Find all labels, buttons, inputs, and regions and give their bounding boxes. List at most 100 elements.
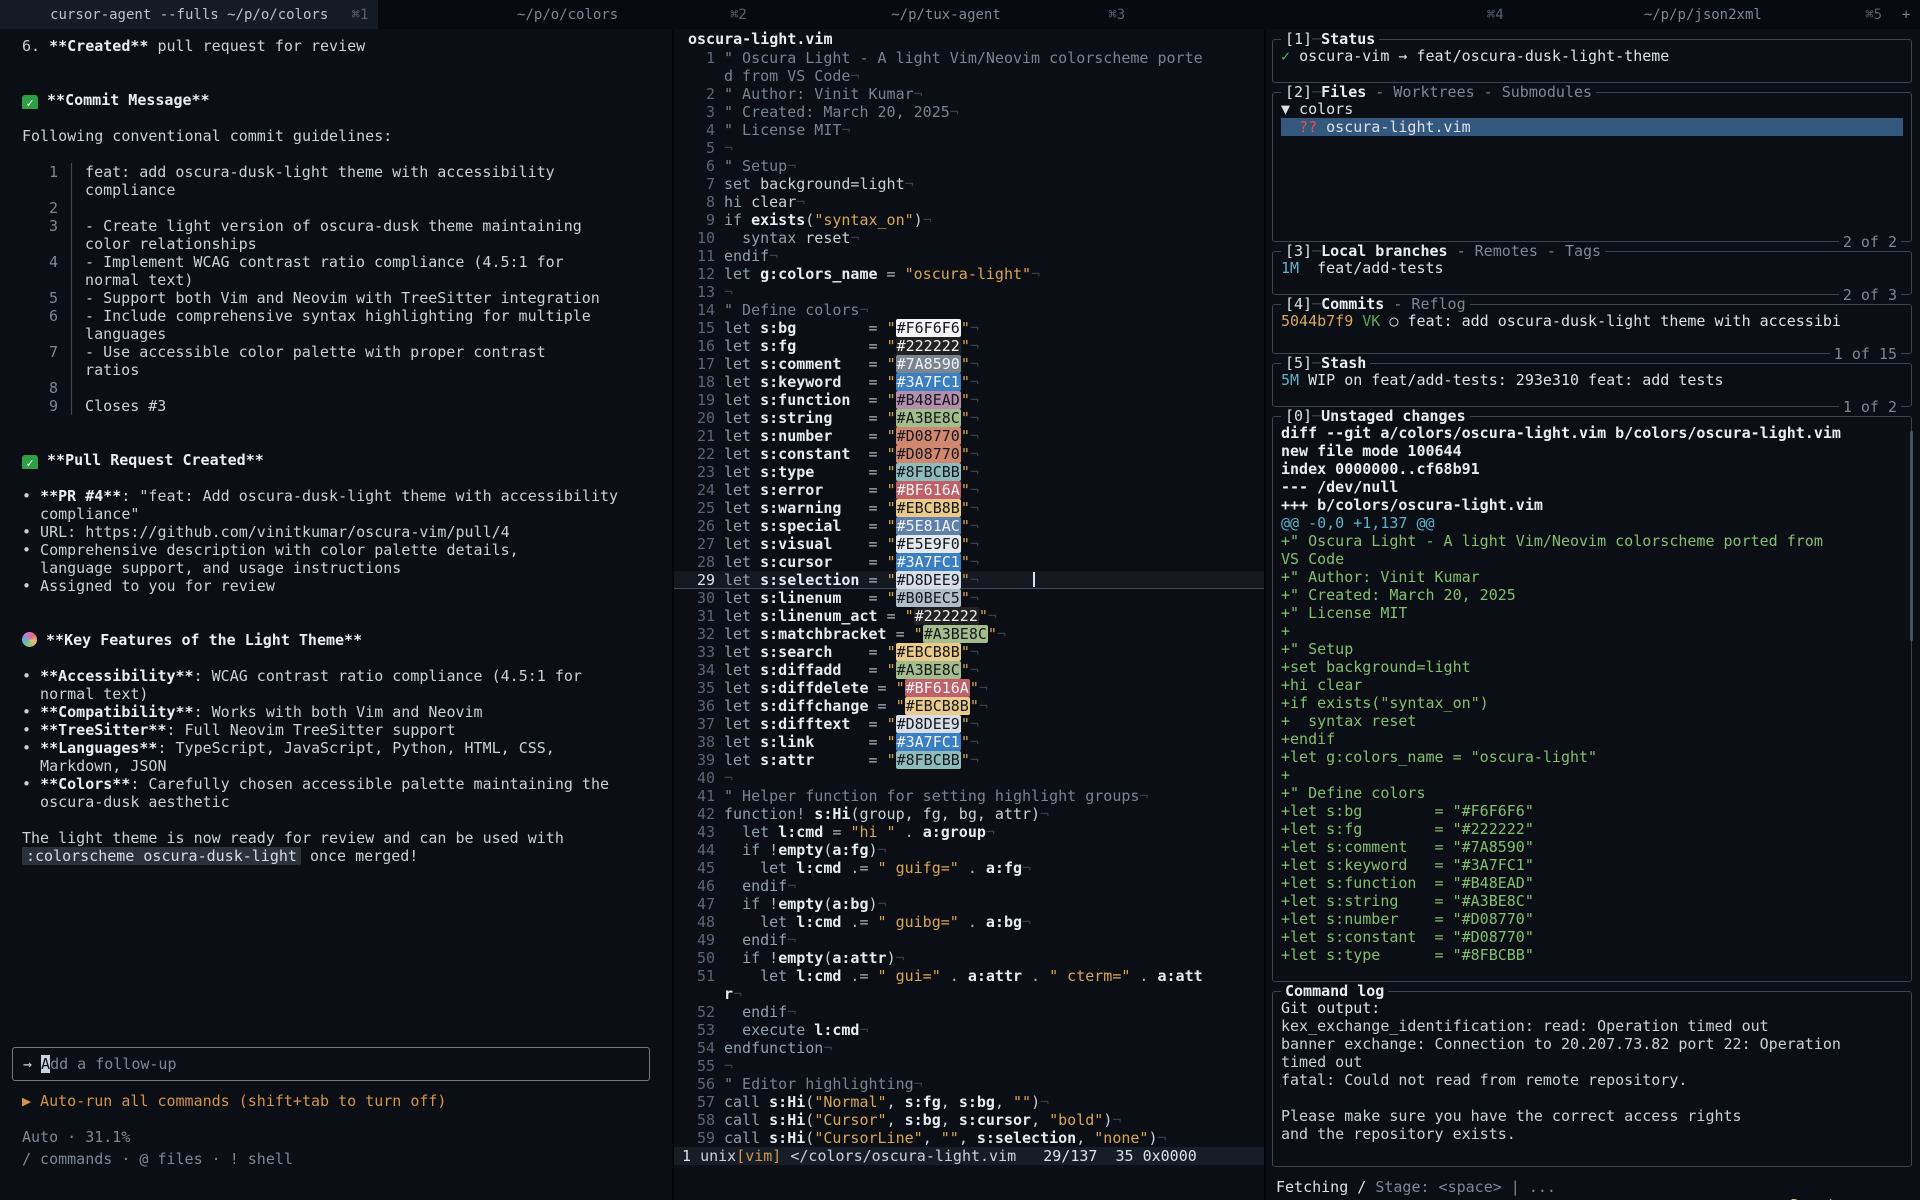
diff-view[interactable]: diff --git a/colors/oscura-light.vim b/c… <box>1273 417 1911 979</box>
diff-line: + syntax reset <box>1281 712 1903 730</box>
tmux-window-1[interactable]: cursor-agent --fulls ~/p/o/colors ⌘1 <box>0 0 378 29</box>
vim-line: 55¬ <box>674 1057 1264 1075</box>
panel-commits[interactable]: [4]─Commits - Reflog 5044b7f9 VK ○ feat:… <box>1272 304 1912 354</box>
tmux-window-4[interactable]: ⌘4 <box>1135 0 1513 29</box>
input-placeholder: dd a follow-up <box>50 1055 176 1073</box>
vim-line: 23let s:type = "#8FBCBB"¬ <box>674 463 1264 481</box>
vim-line: 46 endif¬ <box>674 877 1264 895</box>
tmux-window-5-title: ~/p/p/json2xml <box>1644 7 1762 23</box>
panel-status[interactable]: [1]─Status ✓ oscura-vim → feat/oscura-du… <box>1272 39 1912 83</box>
agent-output-line: 3│ - Create light version of oscura-dusk… <box>22 217 672 235</box>
vim-line: 3" Created: March 20, 2025¬ <box>674 103 1264 121</box>
pane-container: 6. **Created** pull request for review ✓ … <box>0 29 1920 1200</box>
panel-stash[interactable]: [5]─Stash 5M WIP on feat/add-tests: 293e… <box>1272 363 1912 407</box>
panel-command-log[interactable]: Command log Git output:kex_exchange_iden… <box>1272 991 1912 1167</box>
agent-output-line: Markdown, JSON <box>22 757 672 775</box>
file-row[interactable]: ▼ colors <box>1281 100 1903 118</box>
agent-output-line: 6. **Created** pull request for review <box>22 37 672 55</box>
vim-line: 42function! s:Hi(group, fg, bg, attr)¬ <box>674 805 1264 823</box>
diff-line: +" License MIT <box>1281 604 1903 622</box>
log-line: and the repository exists. <box>1281 1125 1903 1143</box>
agent-output-line: 8│ <box>22 379 672 397</box>
vim-line: 7set background=light¬ <box>674 175 1264 193</box>
prompt-arrow-icon: → <box>23 1055 32 1073</box>
diff-line: + <box>1281 622 1903 640</box>
agent-output-line: │ color relationships <box>22 235 672 253</box>
vim-line: 2" Author: Vinit Kumar¬ <box>674 85 1264 103</box>
vim-line: 47 if !empty(a:bg)¬ <box>674 895 1264 913</box>
agent-output-line: • **PR #4**: "feat: Add oscura-dusk-ligh… <box>22 487 672 505</box>
tmux-window-3[interactable]: ~/p/tux-agent ⌘3 <box>757 0 1135 29</box>
tmux-window-3-key: ⌘3 <box>1108 7 1125 23</box>
diff-line: + <box>1281 766 1903 784</box>
agent-output-line: ✓ **Commit Message** <box>22 91 672 109</box>
autorun-toggle[interactable]: ▶ Auto-run all commands (shift+tab to tu… <box>22 1092 446 1110</box>
vim-line: 17let s:comment = "#7A8590"¬ <box>674 355 1264 373</box>
tmux-window-2-title: ~/p/o/colors <box>517 7 618 23</box>
diff-line: +" Oscura Light - A light Vim/Neovim col… <box>1281 532 1903 550</box>
vim-line: 50 if !empty(a:attr)¬ <box>674 949 1264 967</box>
panel-files[interactable]: [2]─Files - Worktrees - Submodules ▼ col… <box>1272 92 1912 242</box>
vim-line: 12let g:colors_name = "oscura-light"¬ <box>674 265 1264 283</box>
lazygit-pane: [1]─Status ✓ oscura-vim → feat/oscura-du… <box>1266 29 1920 1200</box>
tmux-window-4-key: ⌘4 <box>1487 7 1504 23</box>
lazygit-panels: [1]─Status ✓ oscura-vim → feat/oscura-du… <box>1266 29 1920 1200</box>
agent-output-line <box>22 73 672 91</box>
new-window-button[interactable]: + <box>1892 0 1920 29</box>
followup-input[interactable]: → A dd a follow-up <box>12 1047 650 1081</box>
vim-line: 29let s:selection = "#D8DEE9"¬ <box>674 571 1264 589</box>
file-row[interactable]: ?? oscura-light.vim <box>1281 118 1903 136</box>
tmux-window-1-title: cursor-agent --fulls ~/p/o/colors <box>50 7 328 23</box>
diff-scrollbar[interactable] <box>1910 431 1913 641</box>
vim-line: 16let s:fg = "#222222"¬ <box>674 337 1264 355</box>
agent-output-line: 9│ Closes #3 <box>22 397 672 415</box>
vim-line: 54endfunction¬ <box>674 1039 1264 1057</box>
agent-output-line <box>22 109 672 127</box>
agent-output-line <box>22 145 672 163</box>
vim-line: 20let s:string = "#A3BE8C"¬ <box>674 409 1264 427</box>
vim-line: d from VS Code¬ <box>674 67 1264 85</box>
vim-buffer[interactable]: 1" Oscura Light - A light Vim/Neovim col… <box>674 49 1264 1147</box>
agent-output-line <box>22 415 672 433</box>
vim-line: 4" License MIT¬ <box>674 121 1264 139</box>
panel-unstaged-changes[interactable]: [0]─Unstaged changes diff --git a/colors… <box>1272 416 1912 982</box>
vim-line: 21let s:number = "#D08770"¬ <box>674 427 1264 445</box>
panel-status-title: [1]─Status <box>1281 30 1379 48</box>
vim-line: 59call s:Hi("CursorLine", "", s:selectio… <box>674 1129 1264 1147</box>
vim-line: 51 let l:cmd .= " gui=" . a:attr . " cte… <box>674 967 1264 985</box>
log-line: Git output: <box>1281 999 1903 1017</box>
vim-line: 31let s:linenum_act = "#222222"¬ <box>674 607 1264 625</box>
vim-line: 52 endif¬ <box>674 1003 1264 1021</box>
diff-line: +let s:string = "#A3BE8C" <box>1281 892 1903 910</box>
agent-output-line: 5│ - Support both Vim and Neovim with Tr… <box>22 289 672 307</box>
panel-stash-count: 1 of 2 <box>1839 398 1901 416</box>
vim-line: 30let s:linenum = "#B0BEC5"¬ <box>674 589 1264 607</box>
panel-branches[interactable]: [3]─Local branches - Remotes - Tags 1M f… <box>1272 251 1912 295</box>
diff-line: VS Code <box>1281 550 1903 568</box>
branch-row[interactable]: 1M feat/add-tests <box>1281 259 1903 277</box>
vim-line: 32let s:matchbracket = "#A3BE8C"¬ <box>674 625 1264 643</box>
tmux-window-2[interactable]: ~/p/o/colors ⌘2 <box>378 0 756 29</box>
commit-row[interactable]: 5044b7f9 VK ○ feat: add oscura-dusk-ligh… <box>1281 312 1903 330</box>
agent-output-line: │ normal text) <box>22 271 672 289</box>
vim-line: 41" Helper function for setting highligh… <box>674 787 1264 805</box>
panel-branches-title: [3]─Local branches - Remotes - Tags <box>1285 242 1601 260</box>
vim-line: 34let s:diffadd = "#A3BE8C"¬ <box>674 661 1264 679</box>
panel-branches-title: [3]─Local branches - Remotes - Tags <box>1281 242 1605 260</box>
agent-output-line: normal text) <box>22 685 672 703</box>
tmux-window-3-title: ~/p/tux-agent <box>891 7 1001 23</box>
stash-row[interactable]: 5M WIP on feat/add-tests: 293e310 feat: … <box>1281 371 1903 389</box>
diff-line: +let s:fg = "#222222" <box>1281 820 1903 838</box>
agent-output-line: • URL: https://github.com/vinitkumar/osc… <box>22 523 672 541</box>
agent-output-line: 2│ <box>22 199 672 217</box>
agent-output-line: • **Colors**: Carefully chosen accessibl… <box>22 775 672 793</box>
agent-output-line: Following conventional commit guidelines… <box>22 127 672 145</box>
diff-line: +let s:keyword = "#3A7FC1" <box>1281 856 1903 874</box>
agent-output: 6. **Created** pull request for review ✓ … <box>0 29 672 865</box>
diff-line: +hi clear <box>1281 676 1903 694</box>
file-list[interactable]: ▼ colors ?? oscura-light.vim <box>1273 93 1911 239</box>
vim-line: 53 execute l:cmd¬ <box>674 1021 1264 1039</box>
donate-link[interactable]: Donate <box>1791 1196 1845 1200</box>
tmux-window-5[interactable]: ~/p/p/json2xml ⌘5 <box>1514 0 1892 29</box>
diff-line: +" Define colors <box>1281 784 1903 802</box>
